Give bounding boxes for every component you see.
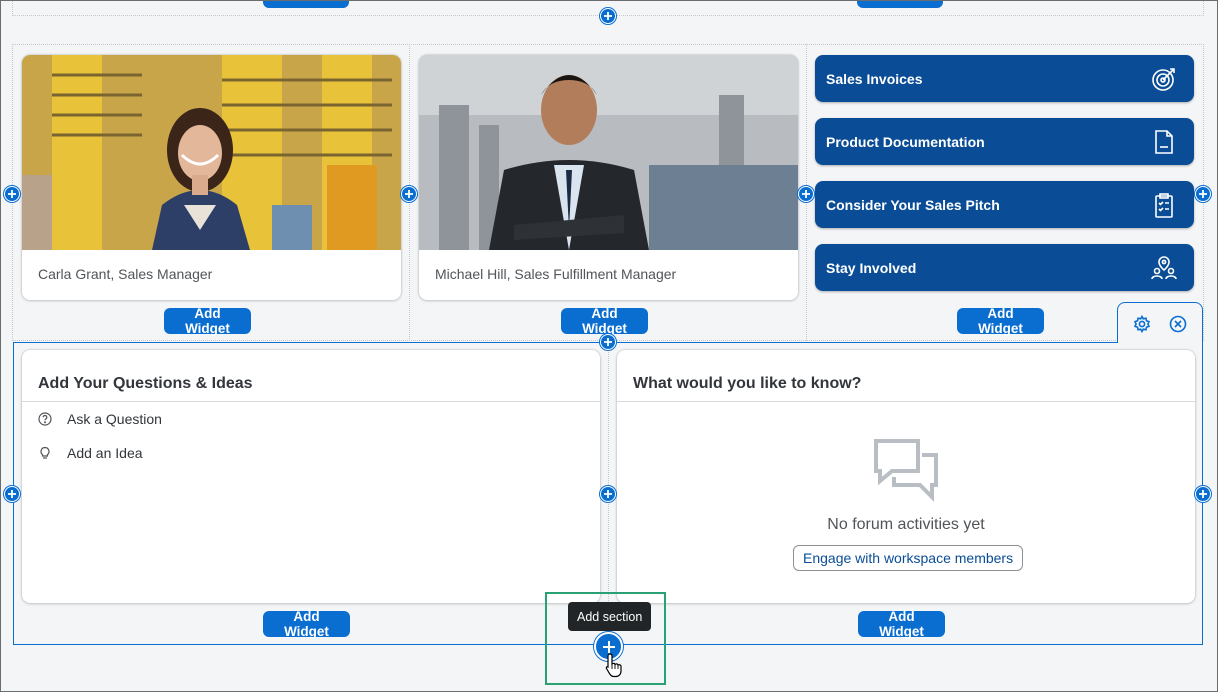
hand-pointer-cursor-icon [605,653,622,678]
add-column-plus-button[interactable] [4,186,20,202]
discussion-icon [874,439,938,502]
add-column-plus-button[interactable] [798,186,814,202]
add-widget-button[interactable]: Add Widget [561,306,648,336]
ask-question-link[interactable]: Ask a Question [38,411,162,427]
target-icon [1152,68,1175,91]
clipboard-checklist-icon [1155,193,1173,218]
tile-stay-involved[interactable]: Stay Involved [815,244,1194,291]
tile-sales-invoices[interactable]: Sales Invoices [815,55,1194,102]
engage-members-button[interactable]: Engage with workspace members [793,545,1024,571]
photo-woman-warehouse [22,55,401,250]
panel-title: Add Your Questions & Ideas [38,375,253,392]
add-column-plus-button[interactable] [1195,186,1211,202]
add-widget-button[interactable]: Add Widget [858,609,945,639]
tile-consider-sales-pitch[interactable]: Consider Your Sales Pitch [815,181,1194,228]
plus-icon [604,490,612,498]
tile-label: Product Documentation [826,133,985,150]
question-circle-icon [38,412,52,426]
person-caption: Michael Hill, Sales Fulfillment Manager [435,266,677,282]
photo-man-building [419,55,798,250]
add-widget-button[interactable]: Add Widget [164,306,251,336]
person-card-carla[interactable]: Carla Grant, Sales Manager [22,55,401,300]
panel-title: What would you like to know? [633,375,862,392]
plus-icon [8,190,16,198]
plus-icon [1199,190,1207,198]
document-icon [1155,130,1173,154]
plus-icon [604,12,612,20]
person-card-michael[interactable]: Michael Hill, Sales Fulfillment Manager [419,55,798,300]
forum-panel: What would you like to know? No forum ac… [617,350,1195,603]
tile-label: Stay Involved [826,259,917,276]
empty-state-text: No forum activities yet [827,516,985,533]
close-circle-icon[interactable] [1169,315,1187,333]
add-column-plus-button[interactable] [1195,486,1211,502]
tooltip: Add section [568,602,652,631]
add-column-plus-button[interactable] [401,186,417,202]
plus-icon [604,338,612,346]
plus-icon [1199,490,1207,498]
person-photo [419,55,798,250]
divider [22,401,600,402]
section-toolbar [1117,302,1203,343]
person-caption: Carla Grant, Sales Manager [38,266,213,282]
lightbulb-icon [40,446,50,459]
add-widget-button[interactable]: Add Widget [957,306,1044,336]
add-section-plus-button[interactable] [600,8,616,24]
list-item-label: Add an Idea [67,445,143,461]
person-photo [22,55,401,250]
people-location-icon [1151,256,1177,280]
plus-icon [8,490,16,498]
add-column-plus-button[interactable] [4,486,20,502]
list-item-label: Ask a Question [67,411,162,427]
add-idea-link[interactable]: Add an Idea [38,445,143,461]
divider [617,401,1195,402]
tile-label: Consider Your Sales Pitch [826,196,1000,213]
add-widget-button-partial[interactable] [857,0,943,8]
plus-icon [802,190,810,198]
settings-icon[interactable] [1133,315,1151,333]
tile-label: Sales Invoices [826,70,923,87]
plus-icon [405,190,413,198]
add-section-plus-button[interactable] [600,334,616,350]
tile-product-documentation[interactable]: Product Documentation [815,118,1194,165]
add-widget-button[interactable]: Add Widget [263,609,350,639]
add-column-plus-button[interactable] [600,486,616,502]
add-widget-button-partial[interactable] [263,0,349,8]
questions-ideas-panel: Add Your Questions & Ideas Ask a Questio… [22,350,600,603]
